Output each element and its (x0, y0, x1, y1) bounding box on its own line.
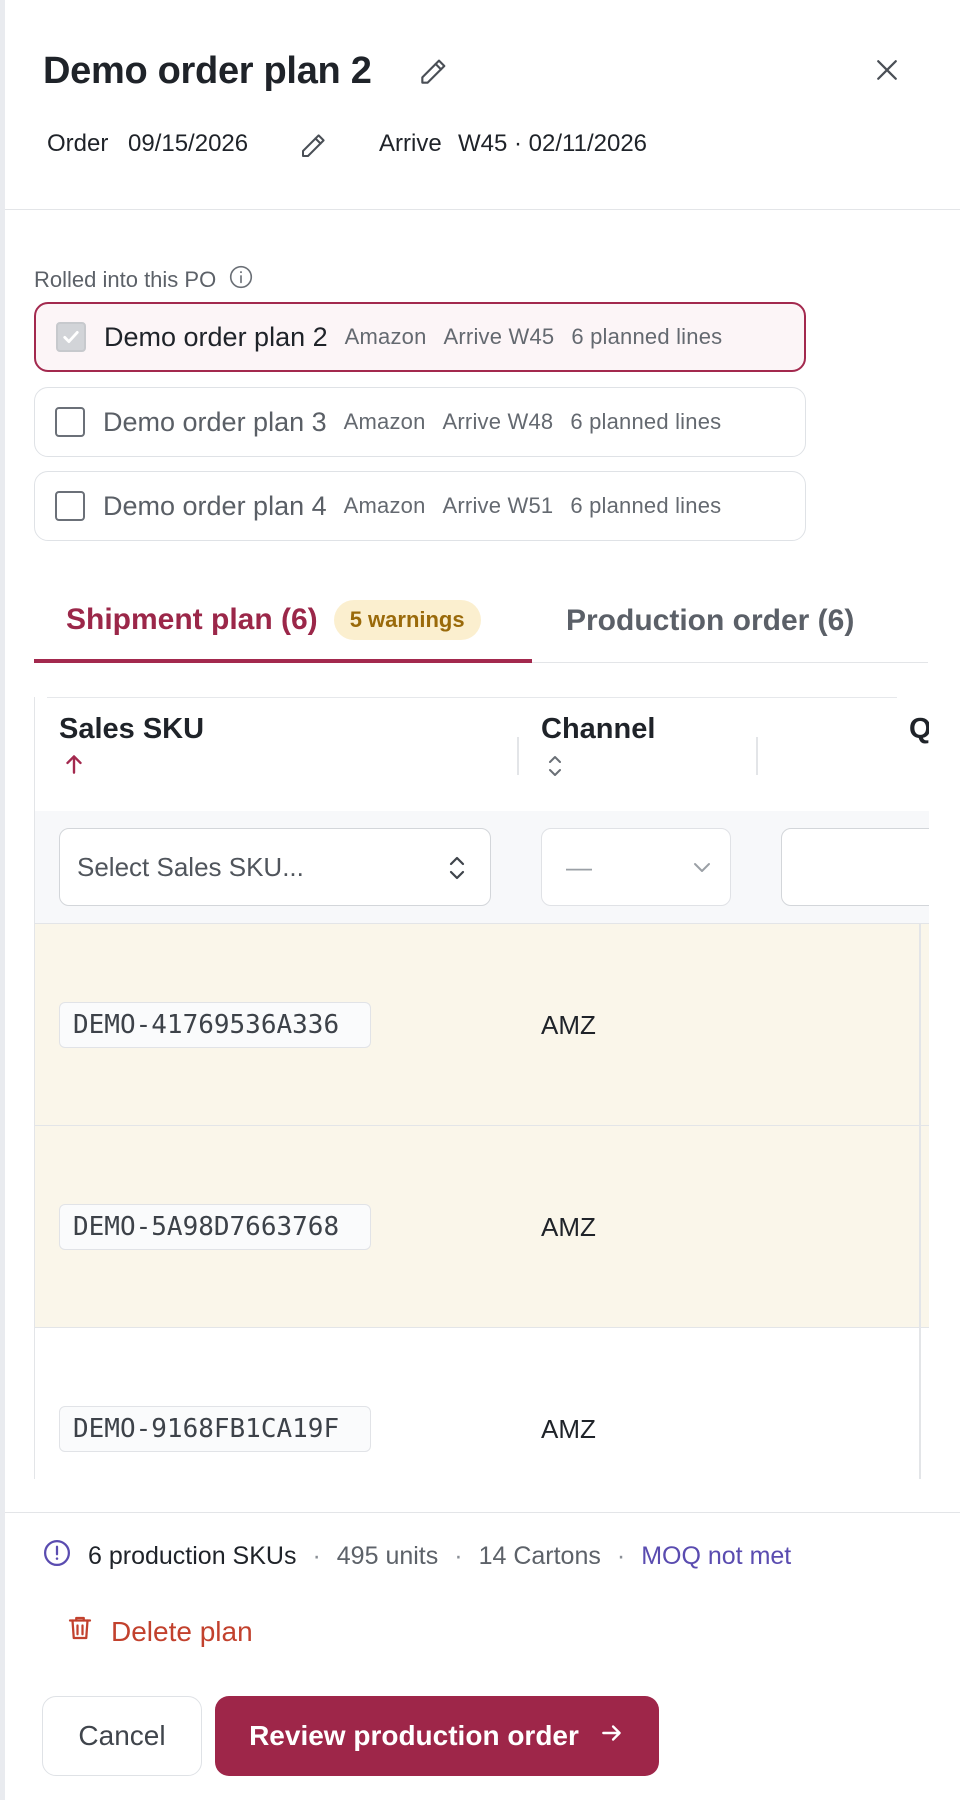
chevron-up-down-icon (446, 853, 468, 890)
chevron-down-icon (690, 855, 714, 886)
edit-date-icon[interactable] (295, 128, 331, 164)
production-skus-count: 6 production SKUs (88, 1542, 297, 1570)
plan-option-row[interactable]: Demo order plan 2 Amazon Arrive W45 6 pl… (34, 302, 806, 372)
separator-dot: · (312, 1542, 321, 1570)
plan-lines: 6 planned lines (571, 324, 723, 349)
arrive-label: Arrive (379, 130, 442, 157)
arrow-right-icon (599, 1720, 625, 1753)
tab-bar: Shipment plan (6) 5 warnings Production … (34, 580, 928, 663)
units-total: 495 units (336, 1542, 439, 1570)
order-label: Order (47, 130, 109, 157)
moq-status-link[interactable]: MOQ not met (641, 1542, 791, 1571)
separator-dot: · (616, 1542, 626, 1570)
cancel-label: Cancel (78, 1720, 166, 1751)
alert-circle-icon (42, 1538, 72, 1575)
column-divider[interactable] (756, 737, 758, 775)
table-row[interactable]: DEMO-9168FB1CA19F AMZ (35, 1328, 929, 1479)
arrive-value: W45 · 02/11/2026 (458, 130, 648, 157)
quantity-input[interactable] (781, 828, 929, 906)
production-summary: 6 production SKUs · 495 units · 14 Carto… (42, 1538, 791, 1575)
order-date: 09/15/2026 (128, 130, 249, 157)
tab-production-label: Production order (6) (566, 604, 855, 637)
cell-divider (919, 1126, 921, 1327)
plan-channel: Amazon (343, 493, 426, 518)
column-header-quantity[interactable]: Q (909, 713, 929, 746)
column-divider[interactable] (517, 737, 519, 775)
delete-plan-label: Delete plan (111, 1615, 253, 1647)
sku-chip: DEMO-9168FB1CA19F (59, 1406, 371, 1452)
review-label: Review production order (249, 1720, 579, 1751)
edit-title-icon[interactable] (413, 52, 453, 92)
separator-dot: · (454, 1542, 463, 1570)
plan-lines: 6 planned lines (570, 409, 722, 434)
sku-chip: DEMO-5A98D7663768 (59, 1204, 371, 1250)
sku-chip: DEMO-41769536A336 (59, 1002, 371, 1048)
plan-name: Demo order plan 4 (103, 490, 327, 521)
channel-cell: AMZ (541, 1212, 596, 1242)
shipment-table: Sales SKU Channel Q Select Sales SKU... … (34, 697, 929, 1479)
column-header-sales-sku[interactable]: Sales SKU (59, 713, 204, 746)
delete-plan-button[interactable]: Delete plan (65, 1613, 253, 1650)
table-row[interactable]: DEMO-5A98D7663768 AMZ (35, 1126, 929, 1328)
channel-select[interactable]: — (541, 828, 731, 906)
channel-cell: AMZ (541, 1414, 596, 1444)
sort-ascending-icon[interactable] (61, 751, 87, 782)
checkmark-icon (63, 331, 79, 343)
cell-divider (919, 1328, 921, 1479)
rolled-into-text: Rolled into this PO (34, 267, 217, 292)
plan-header: Demo order plan 2 Order 09/15/2026 Arriv… (5, 0, 960, 210)
plan-checkbox[interactable] (55, 407, 85, 437)
plan-name: Demo order plan 2 (104, 321, 328, 352)
tab-shipment-label: Shipment plan (6) (66, 602, 318, 636)
review-production-order-button[interactable]: Review production order (215, 1696, 659, 1776)
header-divider (47, 697, 897, 698)
plan-checkbox[interactable] (56, 322, 86, 352)
table-row[interactable]: DEMO-41769536A336 AMZ (35, 924, 929, 1126)
plan-channel: Amazon (343, 409, 426, 434)
channel-cell: AMZ (541, 1010, 596, 1040)
plan-lines: 6 planned lines (570, 493, 722, 518)
close-icon[interactable] (865, 48, 909, 92)
tab-production-order[interactable]: Production order (6) (566, 580, 854, 662)
plan-arrive: Arrive W45 (443, 324, 555, 349)
channel-select-value: — (566, 851, 592, 882)
plan-option-row[interactable]: Demo order plan 3 Amazon Arrive W48 6 pl… (34, 387, 806, 457)
rolled-into-label: Rolled into this PO (34, 264, 254, 296)
footer-bar: 6 production SKUs · 495 units · 14 Carto… (5, 1512, 960, 1801)
cartons-total: 14 Cartons (478, 1542, 601, 1570)
table-header: Sales SKU Channel Q (35, 697, 929, 812)
page-title: Demo order plan 2 (43, 50, 372, 92)
plan-arrive: Arrive W51 (442, 493, 554, 518)
info-icon[interactable] (228, 264, 254, 296)
cell-divider (919, 924, 921, 1125)
plan-arrive: Arrive W48 (442, 409, 554, 434)
trash-icon (65, 1613, 95, 1650)
plan-channel: Amazon (344, 324, 427, 349)
tab-shipment-plan[interactable]: Shipment plan (6) 5 warnings (34, 580, 532, 663)
warnings-badge: 5 warnings (333, 599, 481, 640)
sales-sku-placeholder: Select Sales SKU... (77, 851, 304, 882)
sort-unsorted-icon[interactable] (543, 751, 567, 786)
plan-checkbox[interactable] (55, 491, 85, 521)
filter-row: Select Sales SKU... — (35, 811, 929, 924)
column-header-channel[interactable]: Channel (541, 713, 655, 746)
cancel-button[interactable]: Cancel (42, 1696, 202, 1776)
plan-option-row[interactable]: Demo order plan 4 Amazon Arrive W51 6 pl… (34, 471, 806, 541)
sales-sku-select[interactable]: Select Sales SKU... (59, 828, 491, 906)
plan-name: Demo order plan 3 (103, 406, 327, 437)
